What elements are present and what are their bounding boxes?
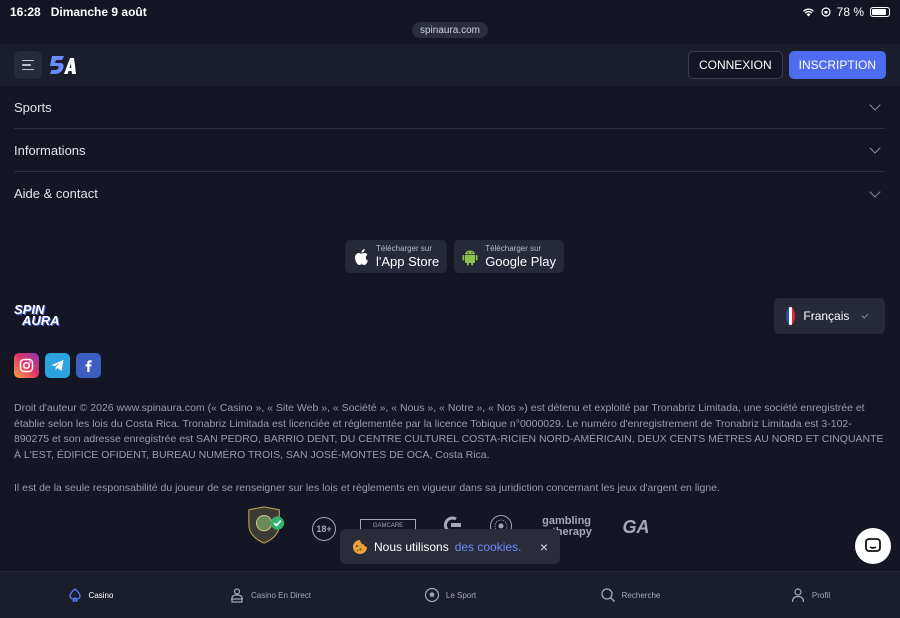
profile-icon xyxy=(791,588,804,603)
app-store-text: Télécharger sur l'App Store xyxy=(376,244,440,269)
wifi-icon xyxy=(802,8,814,17)
casino-icon xyxy=(68,588,81,602)
language-selector[interactable]: Français xyxy=(774,298,885,334)
status-right: 78 % xyxy=(802,5,890,19)
status-bar: 16:28 Dimanche 9 août 78 % xyxy=(0,0,900,24)
live-casino-icon xyxy=(230,588,243,603)
google-play-text: Télécharger sur Google Play xyxy=(485,244,557,269)
bottom-navigation: Casino Casino En Direct Le Sport Recherc… xyxy=(0,571,900,618)
accordion-label: Aide & contact xyxy=(14,186,98,201)
app-store-button[interactable]: Télécharger sur l'App Store xyxy=(345,240,448,273)
nav-label: Le Sport xyxy=(445,590,477,600)
accordion-item-help-contact[interactable]: Aide & contact xyxy=(14,172,885,215)
nav-search[interactable]: Recherche xyxy=(540,587,720,603)
france-flag-icon xyxy=(786,307,796,325)
chat-icon xyxy=(865,538,881,552)
menu-icon-line xyxy=(22,64,31,66)
sport-icon xyxy=(424,587,439,603)
nav-sport[interactable]: Le Sport xyxy=(360,587,540,603)
nav-label: Recherche xyxy=(621,590,661,600)
flag-stripe xyxy=(792,307,796,325)
google-play-small: Télécharger sur xyxy=(485,244,542,253)
orientation-lock-icon xyxy=(821,7,831,17)
nav-live-casino[interactable]: Casino En Direct xyxy=(180,587,360,603)
responsibility-paragraph: Il est de la seule responsabilité du jou… xyxy=(14,482,720,494)
nav-label: Profil xyxy=(811,590,831,600)
accordion-label: Sports xyxy=(14,99,52,115)
spinaura-logo-icon[interactable] xyxy=(48,53,78,77)
register-button[interactable]: INSCRIPTION xyxy=(788,51,886,79)
status-left: 16:28 Dimanche 9 août xyxy=(10,5,147,19)
accordion-item-sports[interactable]: Sports xyxy=(14,86,885,129)
instagram-icon[interactable] xyxy=(14,353,39,378)
status-date: Dimanche 9 août xyxy=(50,5,147,19)
telegram-icon[interactable] xyxy=(45,353,70,378)
search-icon xyxy=(601,588,615,602)
chevron-down-icon xyxy=(861,311,869,318)
store-buttons: Télécharger sur l'App Store Télécharger … xyxy=(345,240,565,273)
facebook-icon[interactable] xyxy=(76,353,101,378)
google-play-big: Google Play xyxy=(485,254,557,269)
language-label: Français xyxy=(803,309,850,323)
nav-label: Casino En Direct xyxy=(250,590,312,600)
age-restriction-badge[interactable]: 18+ xyxy=(312,517,336,541)
login-button[interactable]: CONNEXION xyxy=(687,51,783,79)
accordion-label: Informations xyxy=(14,142,86,158)
cookie-banner: Nous utilisons des cookies. × xyxy=(340,529,560,564)
app-store-small: Télécharger sur xyxy=(376,244,433,253)
cookie-text: Nous utilisons xyxy=(374,539,449,554)
site-header: CONNEXION INSCRIPTION xyxy=(0,44,900,86)
accordion-item-informations[interactable]: Informations xyxy=(14,129,885,172)
address-bar[interactable]: spinaura.com xyxy=(412,22,488,38)
menu-icon-line xyxy=(22,68,34,71)
chevron-down-icon xyxy=(869,142,881,154)
nav-casino[interactable]: Casino xyxy=(0,587,180,603)
logo-line-2: AURA xyxy=(22,313,60,328)
nav-profile[interactable]: Profil xyxy=(720,587,900,603)
status-time: 16:28 xyxy=(10,5,41,19)
legal-text: Droit d'auteur © 2026 www.spinaura.com (… xyxy=(14,401,886,497)
battery-icon xyxy=(870,7,890,17)
live-chat-button[interactable] xyxy=(855,528,891,564)
apple-icon xyxy=(355,248,368,265)
cookie-icon xyxy=(353,539,367,554)
google-play-button[interactable]: Télécharger sur Google Play xyxy=(454,240,565,273)
copyright-paragraph: Droit d'auteur © 2026 www.spinaura.com (… xyxy=(14,402,884,461)
gamblers-anonymous-badge[interactable]: GA xyxy=(618,515,654,539)
app-store-big: l'App Store xyxy=(376,254,440,269)
chevron-down-icon xyxy=(869,99,881,111)
license-shield-icon[interactable] xyxy=(246,505,286,545)
menu-button[interactable] xyxy=(14,51,42,79)
spinaura-logo[interactable]: SPIN AURA xyxy=(14,303,66,328)
social-links xyxy=(14,353,101,378)
android-icon xyxy=(462,250,478,265)
footer-accordion: Sports Informations Aide & contact xyxy=(14,86,885,215)
chevron-down-icon xyxy=(869,185,881,198)
battery-percent: 78 % xyxy=(836,5,864,19)
menu-icon-line xyxy=(22,59,34,62)
cookie-close-button[interactable]: × xyxy=(540,539,548,555)
nav-label: Casino xyxy=(88,590,114,600)
cookie-policy-link[interactable]: des cookies. xyxy=(455,540,522,554)
